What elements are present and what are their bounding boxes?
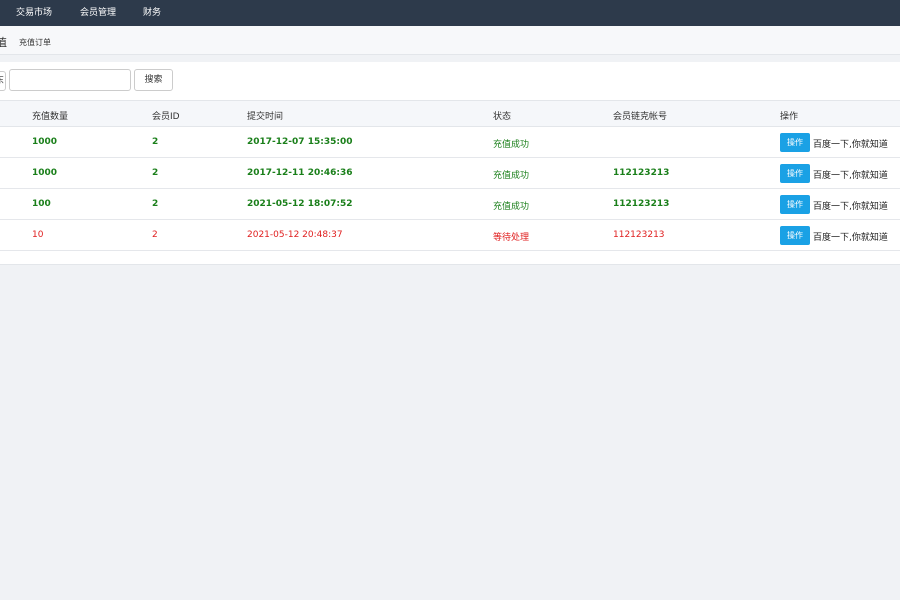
action-link[interactable]: 百度一下,你就知道: [813, 137, 888, 150]
cell-time: 2017-12-11 20:46:36: [247, 168, 353, 178]
action-link[interactable]: 百度一下,你就知道: [813, 199, 888, 212]
breadcrumb[interactable]: 充值订单: [19, 37, 51, 48]
cell-account: 112123213: [613, 199, 670, 209]
cell-status: 充值成功: [493, 140, 530, 150]
nav-item-finance[interactable]: 财务: [143, 0, 161, 26]
header-member-id: 会员ID: [152, 112, 180, 122]
cell-time: 2017-12-07 15:35:00: [247, 137, 353, 147]
cell-account: 112123213: [613, 168, 670, 178]
table-row: 1000 2 2017-12-11 20:46:36 充值成功 11212321…: [0, 158, 900, 189]
action-button[interactable]: 操作: [780, 226, 810, 245]
header-account: 会员链克帐号: [613, 112, 668, 122]
header-status: 状态: [493, 112, 512, 122]
nav-item-market[interactable]: 交易市场: [16, 0, 52, 26]
cell-member-id: 2: [152, 199, 159, 209]
sub-header: 值 充值订单: [0, 26, 900, 55]
table-row: 10 2 2021-05-12 20:48:37 等待处理 112123213 …: [0, 220, 900, 251]
nav-item-members[interactable]: 会员管理: [80, 0, 116, 26]
cell-amount: 100: [32, 199, 51, 209]
table-row: 100 2 2021-05-12 18:07:52 充值成功 112123213…: [0, 189, 900, 220]
cell-time: 2021-05-12 18:07:52: [247, 199, 353, 209]
page-title: 值: [0, 36, 7, 49]
header-submit-time: 提交时间: [247, 112, 284, 122]
action-button[interactable]: 操作: [780, 164, 810, 183]
cell-amount: 10: [32, 230, 44, 240]
cell-member-id: 2: [152, 168, 159, 178]
cell-account: 112123213: [613, 230, 665, 240]
cell-amount: 1000: [32, 168, 58, 178]
top-nav-bar: 交易市场 会员管理 财务: [0, 0, 900, 26]
cell-status: 充值成功: [493, 202, 530, 212]
header-actions: 操作: [780, 112, 799, 122]
action-link[interactable]: 百度一下,你就知道: [813, 168, 888, 181]
cell-member-id: 2: [152, 230, 158, 240]
cell-status: 充值成功: [493, 171, 530, 181]
action-link[interactable]: 百度一下,你就知道: [813, 230, 888, 243]
cell-member-id: 2: [152, 137, 159, 147]
table-row: 1000 2 2017-12-07 15:35:00 充值成功 操作 百度一下,…: [0, 127, 900, 158]
search-button[interactable]: 搜索: [134, 69, 173, 91]
cell-time: 2021-05-12 20:48:37: [247, 230, 343, 240]
table-header: 充值数量 会员ID 提交时间 状态 会员链克帐号 操作: [0, 100, 900, 127]
cell-status: 等待处理: [493, 233, 530, 243]
search-label: 东: [0, 71, 6, 91]
action-button[interactable]: 操作: [780, 195, 810, 214]
cell-amount: 1000: [32, 137, 58, 147]
search-input[interactable]: [9, 69, 131, 91]
action-button[interactable]: 操作: [780, 133, 810, 152]
header-amount: 充值数量: [32, 112, 69, 122]
